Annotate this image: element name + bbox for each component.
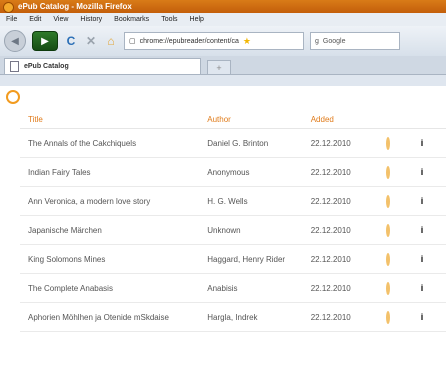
catalog-feed-icon[interactable] xyxy=(6,90,20,104)
page-content: Title Author Added The Annals of the Cak… xyxy=(0,86,446,376)
search-bar[interactable]: g Google xyxy=(310,32,400,50)
cell-author: Haggard, Henry Rider xyxy=(199,244,303,274)
menu-bookmarks[interactable]: Bookmarks xyxy=(114,16,149,23)
cell-added: 22.12.2010 xyxy=(302,157,378,187)
cell-title[interactable]: Aphorien Möhlhen ja Otenide mSkdaise xyxy=(20,302,200,332)
menu-bar: File Edit View History Bookmarks Tools H… xyxy=(0,13,446,26)
info-icon[interactable]: i xyxy=(421,138,424,148)
read-icon[interactable] xyxy=(385,223,390,237)
page-icon: ▢ xyxy=(129,38,136,45)
menu-history[interactable]: History xyxy=(80,16,102,23)
home-icon[interactable]: ⌂ xyxy=(104,34,118,48)
table-header-row: Title Author Added xyxy=(20,110,446,129)
back-button[interactable]: ◀ xyxy=(4,30,26,52)
read-icon[interactable] xyxy=(385,194,390,208)
cell-author: Hargla, Indrek xyxy=(199,302,303,332)
cell-title[interactable]: Ann Veronica, a modern love story xyxy=(20,186,200,216)
cell-added: 22.12.2010 xyxy=(302,215,378,245)
new-tab-button[interactable]: + xyxy=(207,60,231,74)
tab-bar: ePub Catalog + xyxy=(0,56,446,75)
cell-added: 22.12.2010 xyxy=(302,273,378,303)
read-icon[interactable] xyxy=(385,310,390,324)
menu-edit[interactable]: Edit xyxy=(29,16,41,23)
document-icon xyxy=(10,61,19,72)
url-bar[interactable]: ▢ chrome://epubreader/content/ca ★ xyxy=(124,32,304,50)
menu-view[interactable]: View xyxy=(53,16,68,23)
table-row[interactable]: Aphorien Möhlhen ja Otenide mSkdaise Har… xyxy=(20,302,446,332)
table-row[interactable]: Japanische Märchen Unknown 22.12.2010 i xyxy=(20,215,446,245)
table-row[interactable]: The Annals of the Cakchiquels Daniel G. … xyxy=(20,128,446,158)
column-added[interactable]: Added xyxy=(302,110,378,129)
title-bar: ePub Catalog - Mozilla Firefox xyxy=(0,0,446,13)
info-icon[interactable]: i xyxy=(421,283,424,293)
info-icon[interactable]: i xyxy=(421,196,424,206)
cell-title[interactable]: King Solomons Mines xyxy=(20,244,200,274)
read-icon[interactable] xyxy=(385,281,390,295)
browser-window: ePub Catalog - Mozilla Firefox File Edit… xyxy=(0,0,446,376)
cell-author: Anonymous xyxy=(199,157,303,187)
catalog-table: Title Author Added The Annals of the Cak… xyxy=(20,110,446,332)
cell-title[interactable]: Indian Fairy Tales xyxy=(20,157,200,187)
cell-title[interactable]: The Complete Anabasis xyxy=(20,273,200,303)
column-author[interactable]: Author xyxy=(199,110,303,129)
tab-epub-catalog[interactable]: ePub Catalog xyxy=(4,58,201,74)
cell-author: Anabisis xyxy=(199,273,303,303)
cell-added: 22.12.2010 xyxy=(302,186,378,216)
info-icon[interactable]: i xyxy=(421,167,424,177)
menu-help[interactable]: Help xyxy=(190,16,204,23)
cell-added: 22.12.2010 xyxy=(302,128,378,158)
window-title: ePub Catalog - Mozilla Firefox xyxy=(18,2,132,11)
table-row[interactable]: Indian Fairy Tales Anonymous 22.12.2010 … xyxy=(20,157,446,187)
info-icon[interactable]: i xyxy=(421,254,424,264)
menu-file[interactable]: File xyxy=(6,16,17,23)
cell-author: H. G. Wells xyxy=(199,186,303,216)
read-icon[interactable] xyxy=(385,136,390,150)
cell-author: Daniel G. Brinton xyxy=(199,128,303,158)
stop-icon[interactable]: ✕ xyxy=(84,34,98,48)
cell-title[interactable]: Japanische Märchen xyxy=(20,215,200,245)
table-row[interactable]: The Complete Anabasis Anabisis 22.12.201… xyxy=(20,273,446,303)
cell-added: 22.12.2010 xyxy=(302,244,378,274)
info-icon[interactable]: i xyxy=(421,312,424,322)
search-placeholder: Google xyxy=(322,37,346,45)
tab-label: ePub Catalog xyxy=(24,63,69,70)
read-icon[interactable] xyxy=(385,165,390,179)
table-row[interactable]: King Solomons Mines Haggard, Henry Rider… xyxy=(20,244,446,274)
menu-tools[interactable]: Tools xyxy=(161,16,177,23)
search-engine-icon[interactable]: g xyxy=(315,38,319,45)
column-title[interactable]: Title xyxy=(20,110,200,129)
cell-title[interactable]: The Annals of the Cakchiquels xyxy=(20,128,200,158)
info-icon[interactable]: i xyxy=(421,225,424,235)
forward-button[interactable]: ▶ xyxy=(32,31,58,51)
firefox-icon xyxy=(3,2,14,13)
navigation-toolbar: ◀ ▶ C ✕ ⌂ ▢ chrome://epubreader/content/… xyxy=(0,26,446,56)
reload-icon[interactable]: C xyxy=(64,34,78,48)
read-icon[interactable] xyxy=(385,252,390,266)
cell-added: 22.12.2010 xyxy=(302,302,378,332)
url-text: chrome://epubreader/content/ca xyxy=(139,37,239,45)
bookmark-star-icon[interactable]: ★ xyxy=(243,36,251,47)
table-row[interactable]: Ann Veronica, a modern love story H. G. … xyxy=(20,186,446,216)
cell-author: Unknown xyxy=(199,215,303,245)
